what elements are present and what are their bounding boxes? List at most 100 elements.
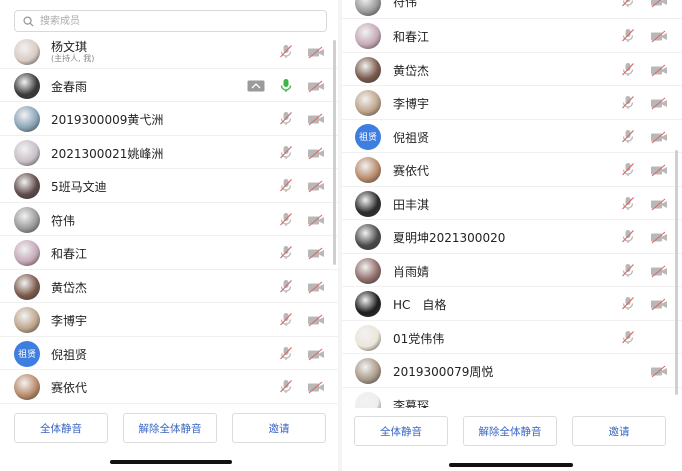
microphone-muted-icon[interactable] xyxy=(279,111,293,130)
microphone-muted-icon[interactable] xyxy=(279,178,293,197)
home-indicator[interactable] xyxy=(110,460,232,464)
member-row[interactable]: 祖贤 倪祖贤 xyxy=(342,120,682,153)
avatar xyxy=(355,157,381,183)
mute-all-button[interactable]: 全体静音 xyxy=(354,416,448,446)
avatar xyxy=(355,257,381,284)
search-input[interactable] xyxy=(38,14,302,28)
member-row[interactable]: 赛依代 xyxy=(0,370,338,404)
member-row[interactable]: 杨文琪 (主持人, 我) xyxy=(0,35,338,69)
member-row[interactable]: 2019300079周悦 xyxy=(342,354,682,388)
camera-off-icon[interactable] xyxy=(650,263,668,282)
scrollbar[interactable] xyxy=(333,40,336,265)
microphone-muted-icon[interactable] xyxy=(279,212,293,231)
camera-off-icon[interactable] xyxy=(307,145,325,164)
microphone-muted-icon[interactable] xyxy=(279,44,293,63)
microphone-muted-icon[interactable] xyxy=(279,279,293,298)
member-row[interactable]: 5班马文迪 xyxy=(0,169,338,203)
camera-off-icon[interactable] xyxy=(307,279,325,298)
camera-off-icon[interactable] xyxy=(307,379,325,398)
left-panel: 杨文琪(主持人, 我) 金春雨 2019300009黄弋洲 2021300021姚峰洲… xyxy=(0,0,338,471)
microphone-muted-icon[interactable] xyxy=(621,330,635,349)
member-row[interactable]: 黄岱杰 xyxy=(0,270,338,303)
microphone-muted-icon[interactable] xyxy=(279,346,293,365)
member-name: 夏明坤2021300020 xyxy=(393,231,506,245)
microphone-muted-icon[interactable] xyxy=(621,162,635,181)
member-row[interactable]: 2021300021姚峰洲 xyxy=(0,136,338,169)
unmute-all-button[interactable]: 解除全体静音 xyxy=(123,413,217,443)
camera-off-icon[interactable] xyxy=(650,196,668,215)
member-row[interactable]: 李博宇 xyxy=(0,303,338,337)
avatar xyxy=(14,139,40,166)
member-row[interactable]: 祖贤 倪祖贤 xyxy=(0,337,338,370)
member-row[interactable]: 符伟 xyxy=(0,203,338,236)
home-indicator[interactable] xyxy=(449,463,573,467)
avatar xyxy=(14,72,40,99)
scrollbar[interactable] xyxy=(675,150,678,395)
mute-all-button[interactable]: 全体静音 xyxy=(14,413,108,443)
camera-off-icon[interactable] xyxy=(307,111,325,130)
member-name: 符伟 xyxy=(51,213,76,228)
footer-bar: 全体静音 解除全体静音 邀请 xyxy=(342,408,682,471)
camera-off-icon[interactable] xyxy=(650,363,668,382)
microphone-muted-icon[interactable] xyxy=(621,196,635,215)
microphone-muted-icon[interactable] xyxy=(279,312,293,331)
member-row[interactable]: 01党伟伟 xyxy=(342,321,682,354)
microphone-muted-icon[interactable] xyxy=(279,145,293,164)
microphone-muted-icon[interactable] xyxy=(621,129,635,148)
microphone-muted-icon[interactable] xyxy=(621,62,635,81)
avatar xyxy=(355,90,381,116)
footer-bar: 全体静音 解除全体静音 邀请 xyxy=(0,405,338,471)
member-name: HC 自格 xyxy=(393,298,447,312)
microphone-muted-icon[interactable] xyxy=(621,28,635,47)
member-row[interactable]: 肖雨婧 xyxy=(342,254,682,287)
camera-off-icon[interactable] xyxy=(307,346,325,365)
member-row[interactable]: 赛依代 xyxy=(342,153,682,187)
camera-off-icon[interactable] xyxy=(650,296,668,315)
camera-off-icon[interactable] xyxy=(650,28,668,47)
member-row[interactable]: 符伟 xyxy=(342,0,682,19)
member-row[interactable]: 2019300009黄弋洲 xyxy=(0,102,338,136)
member-role: (主持人, 我) xyxy=(51,54,95,63)
member-name: 和春江 xyxy=(393,30,430,44)
camera-off-icon[interactable] xyxy=(307,245,325,264)
search-box[interactable] xyxy=(14,10,327,32)
member-row[interactable]: 夏明坤2021300020 xyxy=(342,220,682,254)
member-row[interactable]: 李博宇 xyxy=(342,86,682,120)
camera-off-icon[interactable] xyxy=(650,162,668,181)
camera-off-icon[interactable] xyxy=(307,212,325,231)
avatar xyxy=(14,240,40,266)
member-row[interactable]: HC 自格 xyxy=(342,287,682,321)
camera-off-icon[interactable] xyxy=(650,0,668,12)
microphone-muted-icon[interactable] xyxy=(621,229,635,248)
microphone-muted-icon[interactable] xyxy=(621,0,635,12)
member-name: 01党伟伟 xyxy=(393,331,445,346)
camera-off-icon[interactable] xyxy=(650,229,668,248)
camera-off-icon[interactable] xyxy=(650,62,668,81)
member-row[interactable]: 黄岱杰 xyxy=(342,53,682,86)
microphone-icon[interactable] xyxy=(279,78,293,97)
avatar xyxy=(355,224,381,250)
microphone-muted-icon[interactable] xyxy=(279,245,293,264)
camera-off-icon[interactable] xyxy=(307,178,325,197)
search-icon xyxy=(23,15,34,27)
screen-share-icon[interactable] xyxy=(247,78,265,97)
invite-button[interactable]: 邀请 xyxy=(572,416,666,446)
member-row[interactable]: 田丰淇 xyxy=(342,187,682,220)
microphone-muted-icon[interactable] xyxy=(621,296,635,315)
member-list: 符伟和春江黄岱杰 李博宇 祖贤 倪祖贤 赛依代 田丰淇夏明坤2021300020 肖雨婧 HC… xyxy=(342,0,682,421)
camera-off-icon[interactable] xyxy=(307,78,325,97)
camera-off-icon[interactable] xyxy=(307,312,325,331)
member-row[interactable]: 和春江 xyxy=(342,19,682,53)
member-row[interactable]: 金春雨 xyxy=(0,69,338,102)
avatar xyxy=(14,206,40,233)
microphone-muted-icon[interactable] xyxy=(279,379,293,398)
camera-off-icon[interactable] xyxy=(307,44,325,63)
camera-off-icon[interactable] xyxy=(650,129,668,148)
right-panel: 符伟和春江黄岱杰 李博宇 祖贤 倪祖贤 赛依代 田丰淇夏明坤2021300020 肖雨婧 HC… xyxy=(342,0,682,471)
invite-button[interactable]: 邀请 xyxy=(232,413,326,443)
unmute-all-button[interactable]: 解除全体静音 xyxy=(463,416,557,446)
microphone-muted-icon[interactable] xyxy=(621,95,635,114)
member-row[interactable]: 和春江 xyxy=(0,236,338,270)
camera-off-icon[interactable] xyxy=(650,95,668,114)
microphone-muted-icon[interactable] xyxy=(621,263,635,282)
